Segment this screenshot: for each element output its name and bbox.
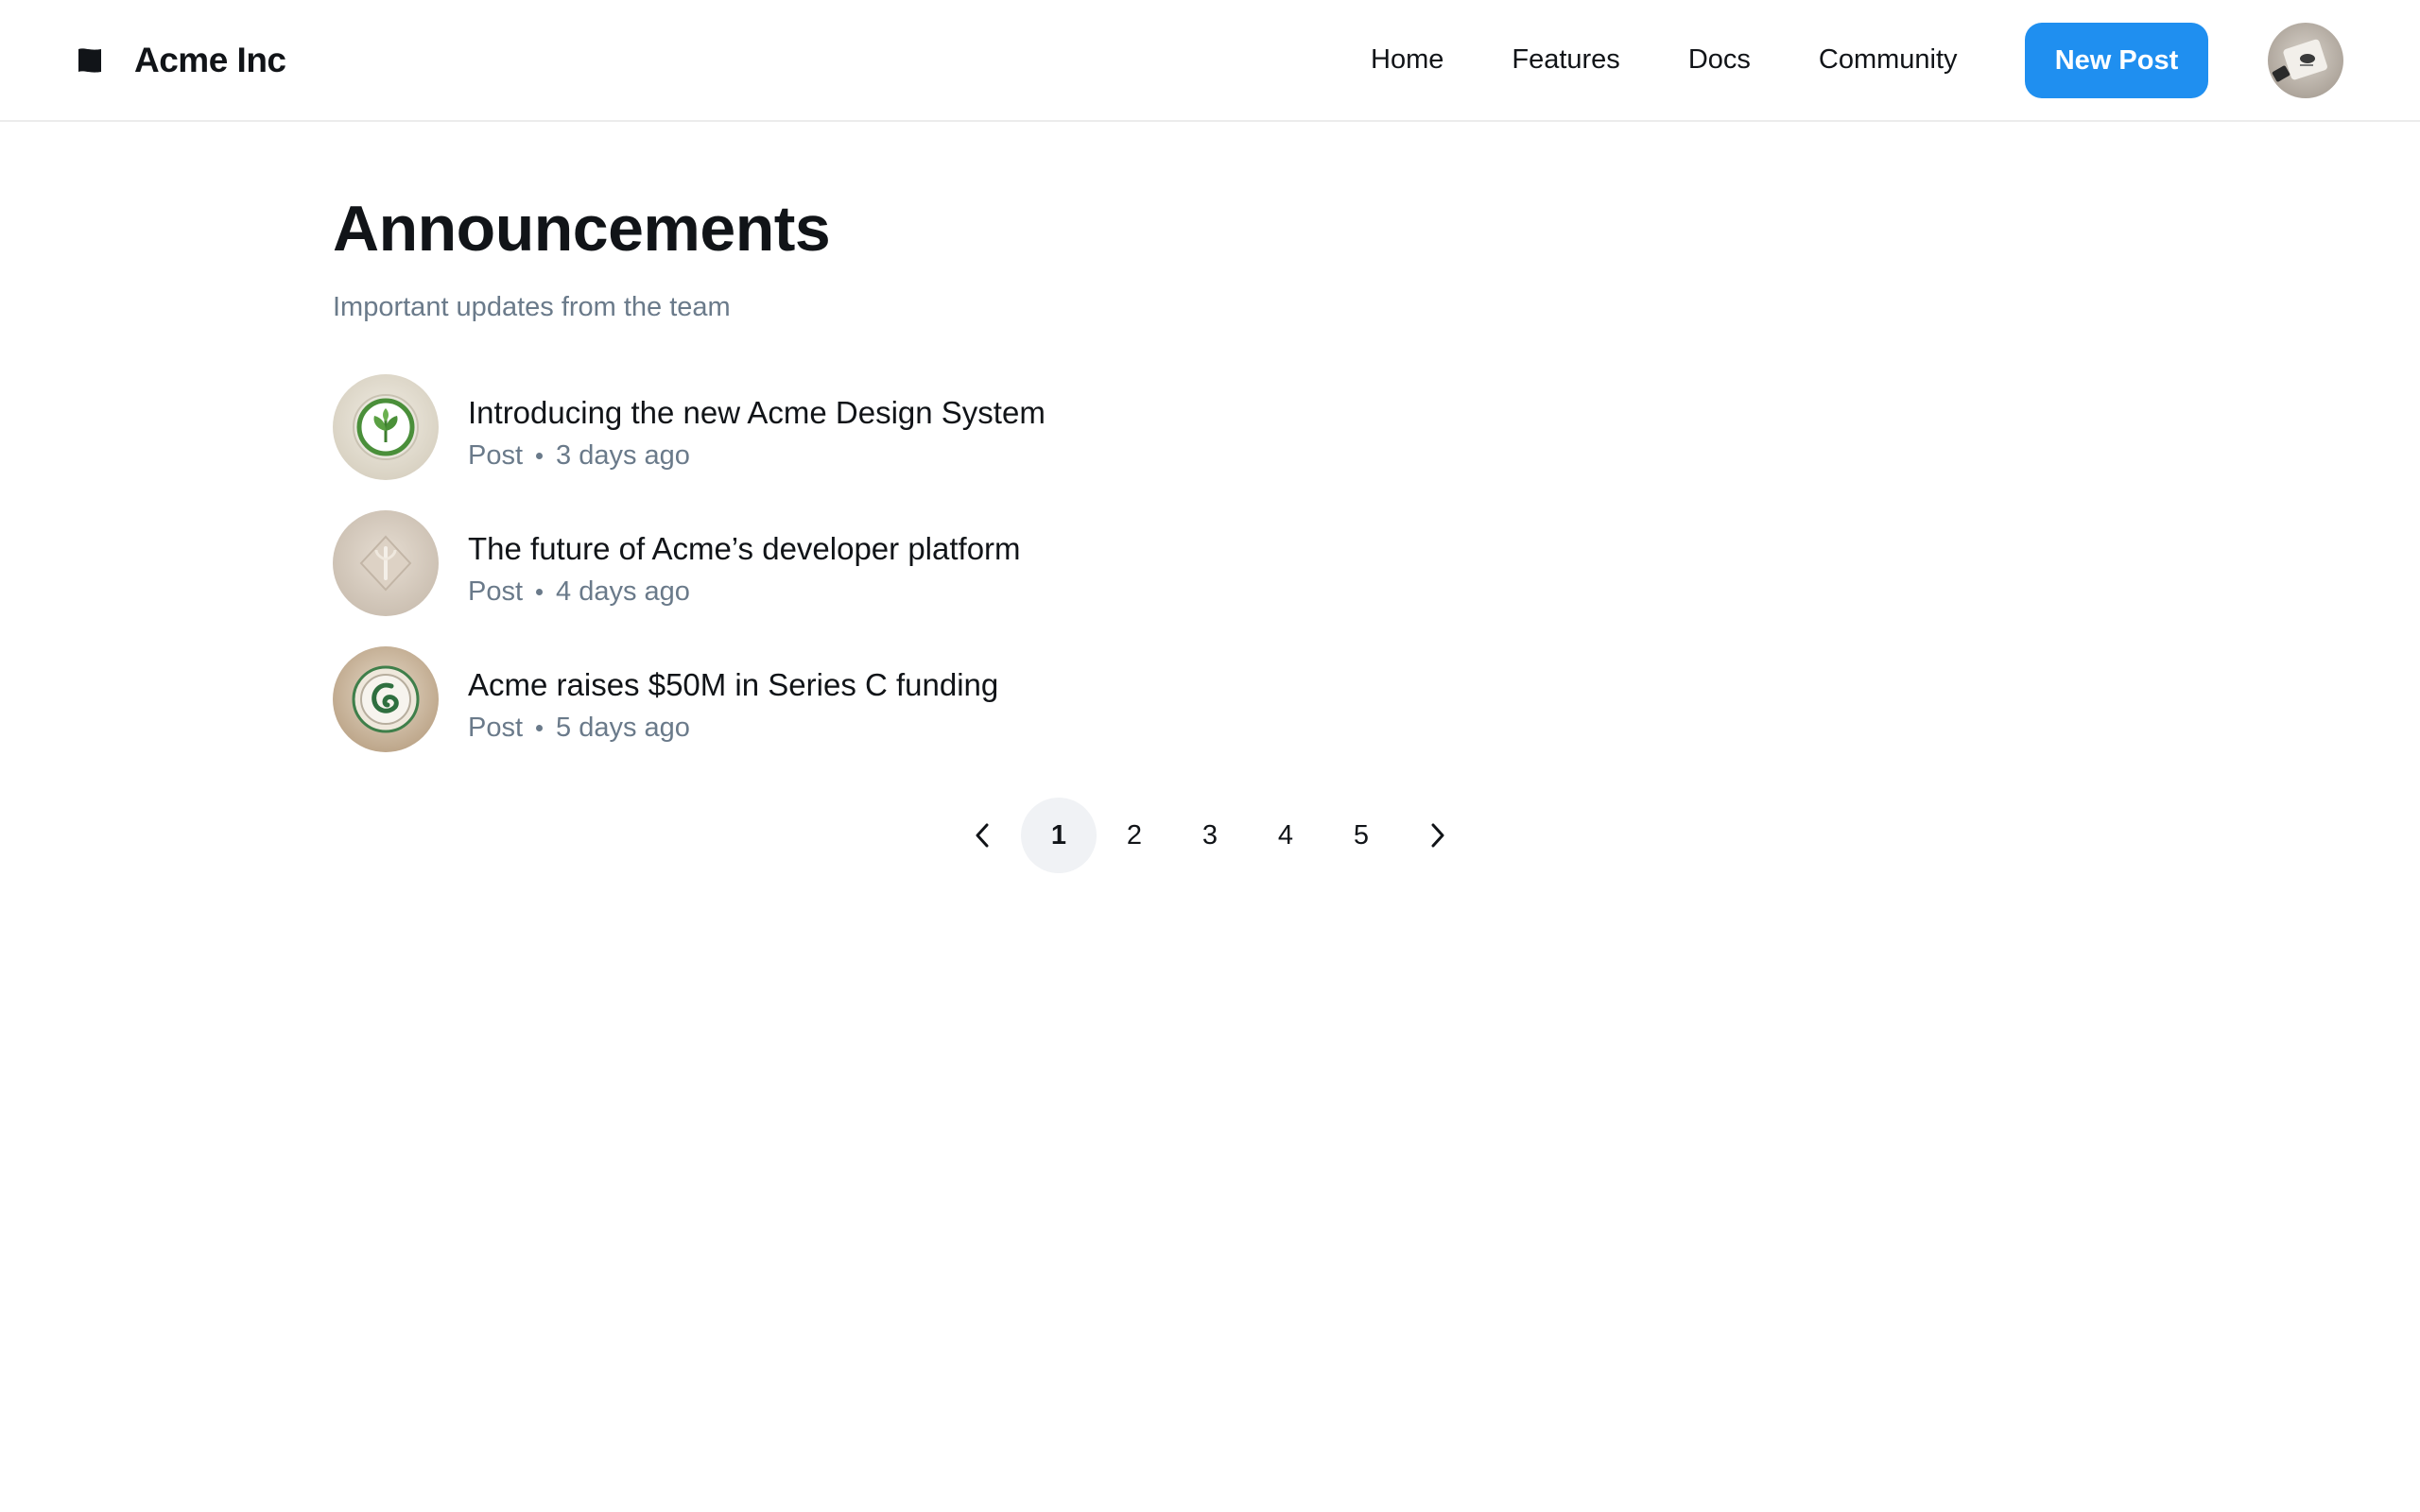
page-5-button[interactable]: 5 — [1323, 798, 1399, 873]
item-time: 3 days ago — [556, 440, 690, 471]
page-subtitle: Important updates from the team — [333, 292, 731, 322]
leaf-emblem-thumbnail — [333, 374, 439, 480]
announcement-item[interactable]: Introducing the new Acme Design System P… — [333, 374, 1467, 480]
chevron-right-icon — [1431, 823, 1444, 848]
item-time: 5 days ago — [556, 713, 690, 743]
chevron-left-icon — [976, 823, 989, 848]
item-meta: Post 3 days ago — [468, 438, 690, 473]
page-1-button[interactable]: 1 — [1021, 798, 1097, 873]
page-3-button[interactable]: 3 — [1172, 798, 1248, 873]
page-2-button[interactable]: 2 — [1097, 798, 1172, 873]
nav-link-home[interactable]: Home — [1371, 44, 1443, 76]
embossed-emblem-thumbnail — [333, 510, 439, 616]
nav-link-community[interactable]: Community — [1819, 44, 1958, 76]
main-nav: Home Features Docs Community — [1371, 0, 2026, 120]
item-title: Acme raises $50M in Series C funding — [468, 667, 999, 702]
nav-link-features[interactable]: Features — [1512, 44, 1619, 76]
page-title: Announcements — [333, 193, 831, 265]
separator-dot — [536, 588, 544, 595]
previous-page-button[interactable] — [945, 798, 1021, 873]
page-4-button[interactable]: 4 — [1248, 798, 1323, 873]
item-type: Post — [468, 713, 524, 743]
brand-name: Acme Inc — [134, 40, 286, 79]
new-post-button[interactable]: New Post — [2025, 23, 2208, 98]
item-type: Post — [468, 576, 524, 607]
avatar-image — [2268, 23, 2343, 98]
item-meta: Post 4 days ago — [468, 574, 690, 610]
top-navbar: Acme Inc Home Features Docs Community Ne… — [0, 0, 2420, 122]
swirl-emblem-thumbnail — [333, 646, 439, 752]
item-title: The future of Acme’s developer platform — [468, 531, 1021, 566]
item-type: Post — [468, 440, 524, 471]
avatar[interactable] — [2268, 23, 2343, 98]
item-title: Introducing the new Acme Design System — [468, 395, 1046, 430]
pagination: 1 2 3 4 5 — [945, 798, 1475, 873]
announcement-item[interactable]: The future of Acme’s developer platform … — [333, 510, 1467, 616]
next-page-button[interactable] — [1399, 798, 1475, 873]
flag-icon — [78, 47, 101, 73]
item-meta: Post 5 days ago — [468, 710, 690, 746]
separator-dot — [536, 724, 544, 731]
separator-dot — [536, 452, 544, 459]
announcement-item[interactable]: Acme raises $50M in Series C funding Pos… — [333, 646, 1467, 752]
nav-link-docs[interactable]: Docs — [1688, 44, 1751, 76]
item-time: 4 days ago — [556, 576, 690, 607]
brand[interactable]: Acme Inc — [76, 0, 286, 120]
